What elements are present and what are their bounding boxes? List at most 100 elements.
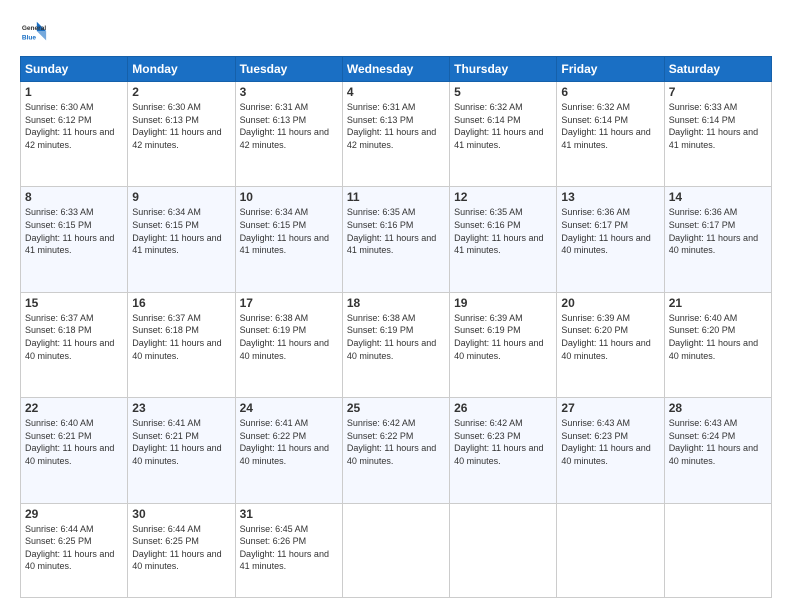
calendar-cell: 21 Sunrise: 6:40 AM Sunset: 6:20 PM Dayl… [664,292,771,397]
weekday-header: Thursday [450,57,557,82]
day-info: Sunrise: 6:41 AM Sunset: 6:22 PM Dayligh… [240,417,338,467]
day-number: 13 [561,190,659,204]
calendar-cell: 25 Sunrise: 6:42 AM Sunset: 6:22 PM Dayl… [342,398,449,503]
day-number: 25 [347,401,445,415]
day-number: 1 [25,85,123,99]
day-number: 27 [561,401,659,415]
calendar-cell: 27 Sunrise: 6:43 AM Sunset: 6:23 PM Dayl… [557,398,664,503]
day-number: 23 [132,401,230,415]
calendar-cell: 28 Sunrise: 6:43 AM Sunset: 6:24 PM Dayl… [664,398,771,503]
day-number: 11 [347,190,445,204]
day-number: 28 [669,401,767,415]
day-info: Sunrise: 6:39 AM Sunset: 6:20 PM Dayligh… [561,312,659,362]
calendar-cell: 19 Sunrise: 6:39 AM Sunset: 6:19 PM Dayl… [450,292,557,397]
day-number: 9 [132,190,230,204]
day-number: 21 [669,296,767,310]
calendar-cell: 22 Sunrise: 6:40 AM Sunset: 6:21 PM Dayl… [21,398,128,503]
calendar-cell: 9 Sunrise: 6:34 AM Sunset: 6:15 PM Dayli… [128,187,235,292]
day-number: 3 [240,85,338,99]
weekday-header: Wednesday [342,57,449,82]
calendar-cell: 11 Sunrise: 6:35 AM Sunset: 6:16 PM Dayl… [342,187,449,292]
day-number: 10 [240,190,338,204]
day-number: 2 [132,85,230,99]
calendar-cell: 1 Sunrise: 6:30 AM Sunset: 6:12 PM Dayli… [21,82,128,187]
day-info: Sunrise: 6:36 AM Sunset: 6:17 PM Dayligh… [561,206,659,256]
day-info: Sunrise: 6:42 AM Sunset: 6:22 PM Dayligh… [347,417,445,467]
calendar-cell: 15 Sunrise: 6:37 AM Sunset: 6:18 PM Dayl… [21,292,128,397]
day-info: Sunrise: 6:31 AM Sunset: 6:13 PM Dayligh… [240,101,338,151]
day-info: Sunrise: 6:43 AM Sunset: 6:23 PM Dayligh… [561,417,659,467]
calendar-cell: 10 Sunrise: 6:34 AM Sunset: 6:15 PM Dayl… [235,187,342,292]
day-number: 26 [454,401,552,415]
day-info: Sunrise: 6:39 AM Sunset: 6:19 PM Dayligh… [454,312,552,362]
day-info: Sunrise: 6:45 AM Sunset: 6:26 PM Dayligh… [240,523,338,573]
calendar-cell [342,503,449,597]
calendar-cell: 17 Sunrise: 6:38 AM Sunset: 6:19 PM Dayl… [235,292,342,397]
day-number: 14 [669,190,767,204]
calendar-cell: 23 Sunrise: 6:41 AM Sunset: 6:21 PM Dayl… [128,398,235,503]
day-info: Sunrise: 6:31 AM Sunset: 6:13 PM Dayligh… [347,101,445,151]
day-info: Sunrise: 6:34 AM Sunset: 6:15 PM Dayligh… [132,206,230,256]
day-info: Sunrise: 6:33 AM Sunset: 6:14 PM Dayligh… [669,101,767,151]
day-info: Sunrise: 6:30 AM Sunset: 6:12 PM Dayligh… [25,101,123,151]
day-number: 4 [347,85,445,99]
calendar-cell [664,503,771,597]
day-number: 8 [25,190,123,204]
day-info: Sunrise: 6:44 AM Sunset: 6:25 PM Dayligh… [25,523,123,573]
calendar-cell: 16 Sunrise: 6:37 AM Sunset: 6:18 PM Dayl… [128,292,235,397]
calendar-cell: 31 Sunrise: 6:45 AM Sunset: 6:26 PM Dayl… [235,503,342,597]
day-number: 20 [561,296,659,310]
calendar-cell: 13 Sunrise: 6:36 AM Sunset: 6:17 PM Dayl… [557,187,664,292]
calendar-cell: 2 Sunrise: 6:30 AM Sunset: 6:13 PM Dayli… [128,82,235,187]
day-info: Sunrise: 6:32 AM Sunset: 6:14 PM Dayligh… [454,101,552,151]
day-info: Sunrise: 6:40 AM Sunset: 6:21 PM Dayligh… [25,417,123,467]
weekday-header: Saturday [664,57,771,82]
day-number: 18 [347,296,445,310]
weekday-header: Friday [557,57,664,82]
weekday-header: Tuesday [235,57,342,82]
day-number: 15 [25,296,123,310]
day-info: Sunrise: 6:41 AM Sunset: 6:21 PM Dayligh… [132,417,230,467]
day-info: Sunrise: 6:35 AM Sunset: 6:16 PM Dayligh… [347,206,445,256]
day-info: Sunrise: 6:38 AM Sunset: 6:19 PM Dayligh… [240,312,338,362]
svg-text:General: General [22,25,46,32]
calendar-cell: 4 Sunrise: 6:31 AM Sunset: 6:13 PM Dayli… [342,82,449,187]
day-number: 12 [454,190,552,204]
calendar-cell: 7 Sunrise: 6:33 AM Sunset: 6:14 PM Dayli… [664,82,771,187]
calendar-cell: 5 Sunrise: 6:32 AM Sunset: 6:14 PM Dayli… [450,82,557,187]
day-info: Sunrise: 6:35 AM Sunset: 6:16 PM Dayligh… [454,206,552,256]
day-info: Sunrise: 6:37 AM Sunset: 6:18 PM Dayligh… [25,312,123,362]
calendar-cell [557,503,664,597]
day-info: Sunrise: 6:44 AM Sunset: 6:25 PM Dayligh… [132,523,230,573]
calendar-cell [450,503,557,597]
header: General Blue [20,18,772,46]
weekday-header: Monday [128,57,235,82]
day-number: 19 [454,296,552,310]
day-info: Sunrise: 6:43 AM Sunset: 6:24 PM Dayligh… [669,417,767,467]
day-info: Sunrise: 6:32 AM Sunset: 6:14 PM Dayligh… [561,101,659,151]
logo: General Blue [20,18,48,46]
day-number: 24 [240,401,338,415]
calendar-cell: 6 Sunrise: 6:32 AM Sunset: 6:14 PM Dayli… [557,82,664,187]
day-info: Sunrise: 6:40 AM Sunset: 6:20 PM Dayligh… [669,312,767,362]
day-number: 29 [25,507,123,521]
calendar-cell: 14 Sunrise: 6:36 AM Sunset: 6:17 PM Dayl… [664,187,771,292]
day-number: 30 [132,507,230,521]
day-number: 17 [240,296,338,310]
day-number: 7 [669,85,767,99]
day-info: Sunrise: 6:30 AM Sunset: 6:13 PM Dayligh… [132,101,230,151]
day-number: 16 [132,296,230,310]
logo-icon: General Blue [20,18,48,46]
svg-text:Blue: Blue [22,34,36,41]
calendar-cell: 30 Sunrise: 6:44 AM Sunset: 6:25 PM Dayl… [128,503,235,597]
weekday-header: Sunday [21,57,128,82]
day-number: 5 [454,85,552,99]
calendar-cell: 18 Sunrise: 6:38 AM Sunset: 6:19 PM Dayl… [342,292,449,397]
day-info: Sunrise: 6:34 AM Sunset: 6:15 PM Dayligh… [240,206,338,256]
calendar-cell: 24 Sunrise: 6:41 AM Sunset: 6:22 PM Dayl… [235,398,342,503]
calendar-cell: 26 Sunrise: 6:42 AM Sunset: 6:23 PM Dayl… [450,398,557,503]
calendar-cell: 3 Sunrise: 6:31 AM Sunset: 6:13 PM Dayli… [235,82,342,187]
day-info: Sunrise: 6:38 AM Sunset: 6:19 PM Dayligh… [347,312,445,362]
page: General Blue SundayMondayTuesdayWednesda… [0,0,792,612]
day-info: Sunrise: 6:36 AM Sunset: 6:17 PM Dayligh… [669,206,767,256]
